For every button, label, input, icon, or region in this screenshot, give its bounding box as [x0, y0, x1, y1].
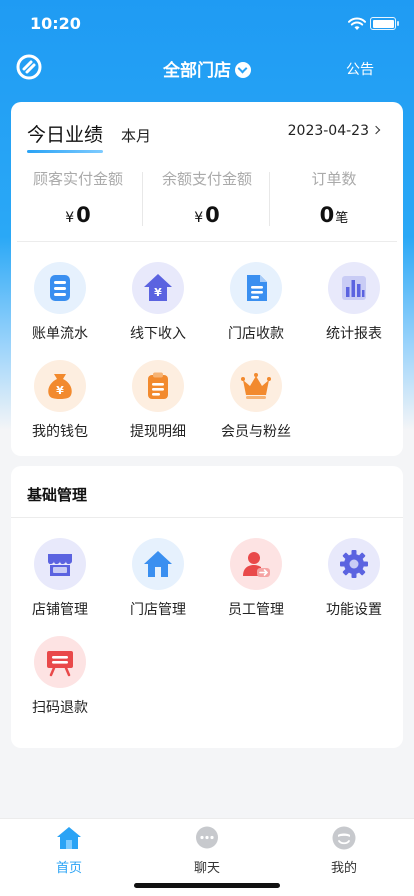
section-title: 基础管理	[27, 486, 88, 504]
chat-icon	[194, 825, 220, 851]
staff-icon	[230, 538, 282, 590]
stat-customer-paid: 顾客实付金额 ¥0	[13, 168, 143, 227]
mgmt-shop[interactable]: 店铺管理	[11, 538, 109, 619]
action-label: 门店收款	[228, 326, 284, 342]
notice-button[interactable]: 公告	[346, 59, 374, 79]
chevron-down-icon	[235, 62, 251, 78]
status-bar: 10:20	[0, 0, 414, 46]
action-label: 我的钱包	[32, 424, 88, 440]
basic-management-card: 基础管理 店铺管理 门店管理 员工管理 功能设置 扫码退款	[11, 466, 403, 748]
tab-month[interactable]: 本月	[121, 125, 151, 146]
svg-text:¥: ¥	[154, 286, 162, 299]
action-members-fans[interactable]: 会员与粉丝	[207, 360, 305, 441]
action-label: 账单流水	[32, 326, 88, 342]
mgmt-store[interactable]: 门店管理	[109, 538, 207, 619]
crown-icon	[230, 360, 282, 412]
mgmt-label: 功能设置	[326, 602, 382, 618]
action-label: 提现明细	[130, 424, 186, 440]
stats-row: 顾客实付金额 ¥0 余额支付金额 ¥0 订单数 0笔	[11, 168, 403, 230]
action-store-collection[interactable]: 门店收款	[207, 262, 305, 343]
mgmt-settings[interactable]: 功能设置	[305, 538, 403, 619]
house-icon	[132, 538, 184, 590]
stat-label: 订单数	[311, 170, 357, 188]
shop-icon	[34, 538, 86, 590]
performance-card: 今日业绩 本月 2023-04-23 顾客实付金额 ¥0 余额支付金额 ¥0 订…	[11, 102, 403, 456]
mgmt-label: 店铺管理	[32, 602, 88, 618]
navbar: 全部门店 公告	[0, 46, 414, 90]
tab-chat[interactable]: 聊天	[167, 825, 247, 876]
divider	[17, 241, 397, 242]
action-wallet[interactable]: ¥ 我的钱包	[11, 360, 109, 441]
action-withdraw-detail[interactable]: 提现明细	[109, 360, 207, 441]
home-indicator	[134, 883, 280, 888]
tab-label: 我的	[330, 861, 357, 876]
profile-icon	[331, 825, 357, 851]
tab-profile[interactable]: 我的	[304, 825, 384, 876]
stat-value: 0	[319, 203, 335, 227]
battery-icon	[370, 17, 399, 30]
stats-report-icon	[328, 262, 380, 314]
action-label: 会员与粉丝	[221, 424, 291, 440]
date-value: 2023-04-23	[287, 123, 369, 139]
action-offline-income[interactable]: ¥ 线下收入	[109, 262, 207, 343]
stat-balance-paid: 余额支付金额 ¥0	[142, 168, 272, 227]
stat-value: 0	[76, 203, 91, 227]
gear-icon	[328, 538, 380, 590]
withdraw-detail-icon	[132, 360, 184, 412]
mgmt-label: 门店管理	[130, 602, 186, 618]
stat-currency: ¥	[65, 210, 75, 226]
action-stats-report[interactable]: 统计报表	[305, 262, 403, 343]
divider	[11, 517, 403, 518]
mgmt-label: 扫码退款	[32, 700, 88, 716]
stat-order-count: 订单数 0笔	[269, 168, 399, 227]
status-time: 10:20	[30, 14, 81, 33]
stat-label: 顾客实付金额	[32, 170, 123, 188]
stat-unit: 笔	[335, 211, 349, 226]
tab-today[interactable]: 今日业绩	[27, 120, 104, 153]
action-label: 线下收入	[130, 326, 186, 342]
mgmt-scan-refund[interactable]: 扫码退款	[11, 636, 109, 717]
date-picker[interactable]: 2023-04-23	[287, 123, 381, 139]
home-icon	[56, 825, 82, 851]
tab-label: 聊天	[193, 861, 220, 876]
wifi-icon	[348, 16, 366, 35]
action-label: 统计报表	[326, 326, 382, 342]
mgmt-label: 员工管理	[228, 602, 284, 618]
stat-label: 余额支付金额	[161, 170, 252, 188]
tab-home[interactable]: 首页	[29, 825, 109, 876]
store-name: 全部门店	[163, 61, 231, 81]
scan-refund-icon	[34, 636, 86, 688]
action-bill-list[interactable]: 账单流水	[11, 262, 109, 343]
stat-currency: ¥	[194, 210, 204, 226]
chevron-right-icon	[371, 125, 381, 135]
wallet-icon: ¥	[34, 360, 86, 412]
tab-label: 首页	[55, 861, 82, 876]
store-collection-icon	[230, 262, 282, 314]
svg-text:¥: ¥	[56, 384, 64, 397]
mgmt-staff[interactable]: 员工管理	[207, 538, 305, 619]
bill-list-icon	[34, 262, 86, 314]
stat-value: 0	[205, 203, 220, 227]
offline-income-icon: ¥	[132, 262, 184, 314]
